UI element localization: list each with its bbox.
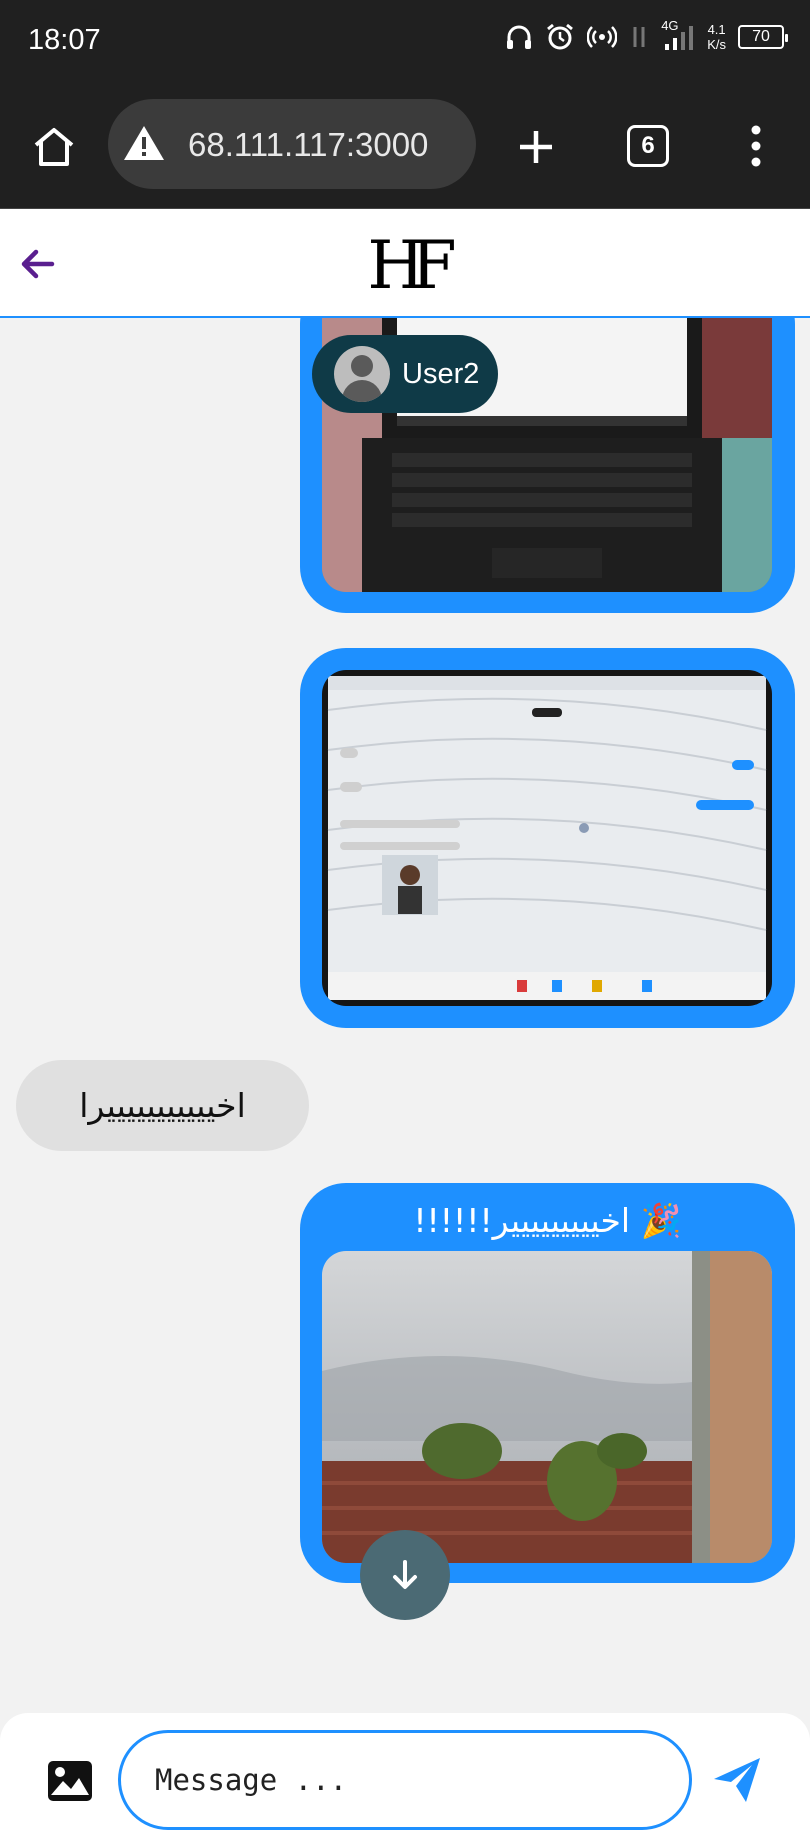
- signal-indicator: 4G: [661, 18, 695, 52]
- tab-count: 6: [641, 132, 655, 159]
- send-icon[interactable]: [712, 1755, 762, 1805]
- new-tab-icon[interactable]: [514, 125, 558, 169]
- warning-icon[interactable]: [122, 123, 166, 163]
- screen-photo-image: [322, 670, 772, 1006]
- outgoing-image-message[interactable]: 🎉 اخييييييييير!!!!!!: [300, 1183, 795, 1583]
- tab-switcher-button[interactable]: 6: [627, 125, 669, 167]
- sky-photo-image: [322, 1251, 772, 1563]
- message-image[interactable]: [322, 670, 772, 1006]
- chat-messages[interactable]: User2 اخيييييييييييرا 🎉 اخييييييييير!!!!…: [0, 318, 810, 1713]
- hotspot-icon: [587, 26, 618, 48]
- data-transfer-icon: [633, 27, 645, 47]
- user-chip-name: User2: [402, 357, 480, 390]
- battery-indicator: 70: [738, 25, 788, 49]
- scroll-down-button[interactable]: [360, 1530, 450, 1620]
- outgoing-image-message[interactable]: User2: [300, 318, 795, 613]
- image-attach-icon[interactable]: [47, 1760, 93, 1802]
- incoming-message-text: اخيييييييييييرا: [79, 1086, 246, 1125]
- message-composer: [0, 1713, 810, 1845]
- speed-unit: K/s: [707, 37, 726, 52]
- user-avatar-icon: [334, 346, 390, 402]
- status-bar: 18:07 4G 4.1 K/s 70: [0, 0, 810, 83]
- message-input[interactable]: [118, 1730, 692, 1830]
- message-image[interactable]: [322, 1251, 772, 1563]
- more-menu-icon[interactable]: [742, 123, 770, 169]
- app-header: HF: [0, 209, 810, 318]
- message-caption: 🎉 اخييييييييير!!!!!!: [413, 1201, 682, 1240]
- status-time: 18:07: [28, 24, 101, 56]
- battery-level: 70: [752, 28, 770, 45]
- outgoing-image-message[interactable]: [300, 648, 795, 1028]
- browser-toolbar: 68.111.117:3000 6: [0, 83, 810, 209]
- address-bar[interactable]: 68.111.117:3000: [108, 99, 476, 189]
- home-icon[interactable]: [32, 125, 76, 169]
- app-logo: HF: [367, 227, 456, 304]
- url-text[interactable]: 68.111.117:3000: [188, 126, 428, 164]
- speed-value: 4.1: [707, 22, 726, 37]
- signal-bars-icon: [665, 26, 694, 50]
- user-chip[interactable]: User2: [312, 335, 498, 413]
- headphones-icon: [507, 25, 532, 49]
- status-icons: 4G 4.1 K/s 70: [505, 18, 788, 52]
- network-speed: 4.1 K/s: [707, 22, 726, 52]
- incoming-text-message[interactable]: اخيييييييييييرا: [16, 1060, 309, 1151]
- alarm-icon: [547, 23, 574, 50]
- arrow-down-icon: [393, 1560, 417, 1589]
